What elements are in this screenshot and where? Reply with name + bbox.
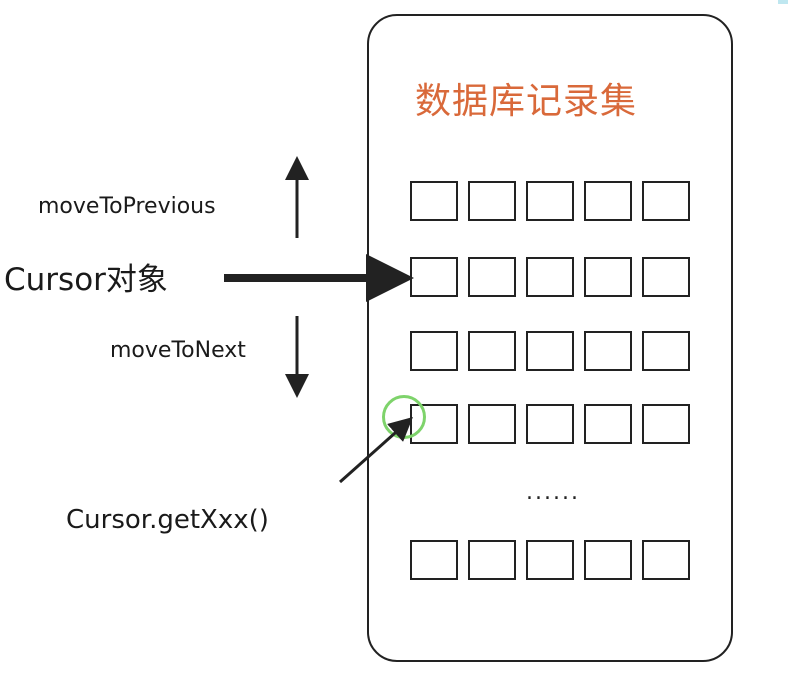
diagram-canvas: 数据库记录集 ...... moveToPrevious Cursor对象 mo… <box>0 0 790 686</box>
get-method-arrow <box>339 417 413 484</box>
arrows-layer <box>224 156 414 484</box>
